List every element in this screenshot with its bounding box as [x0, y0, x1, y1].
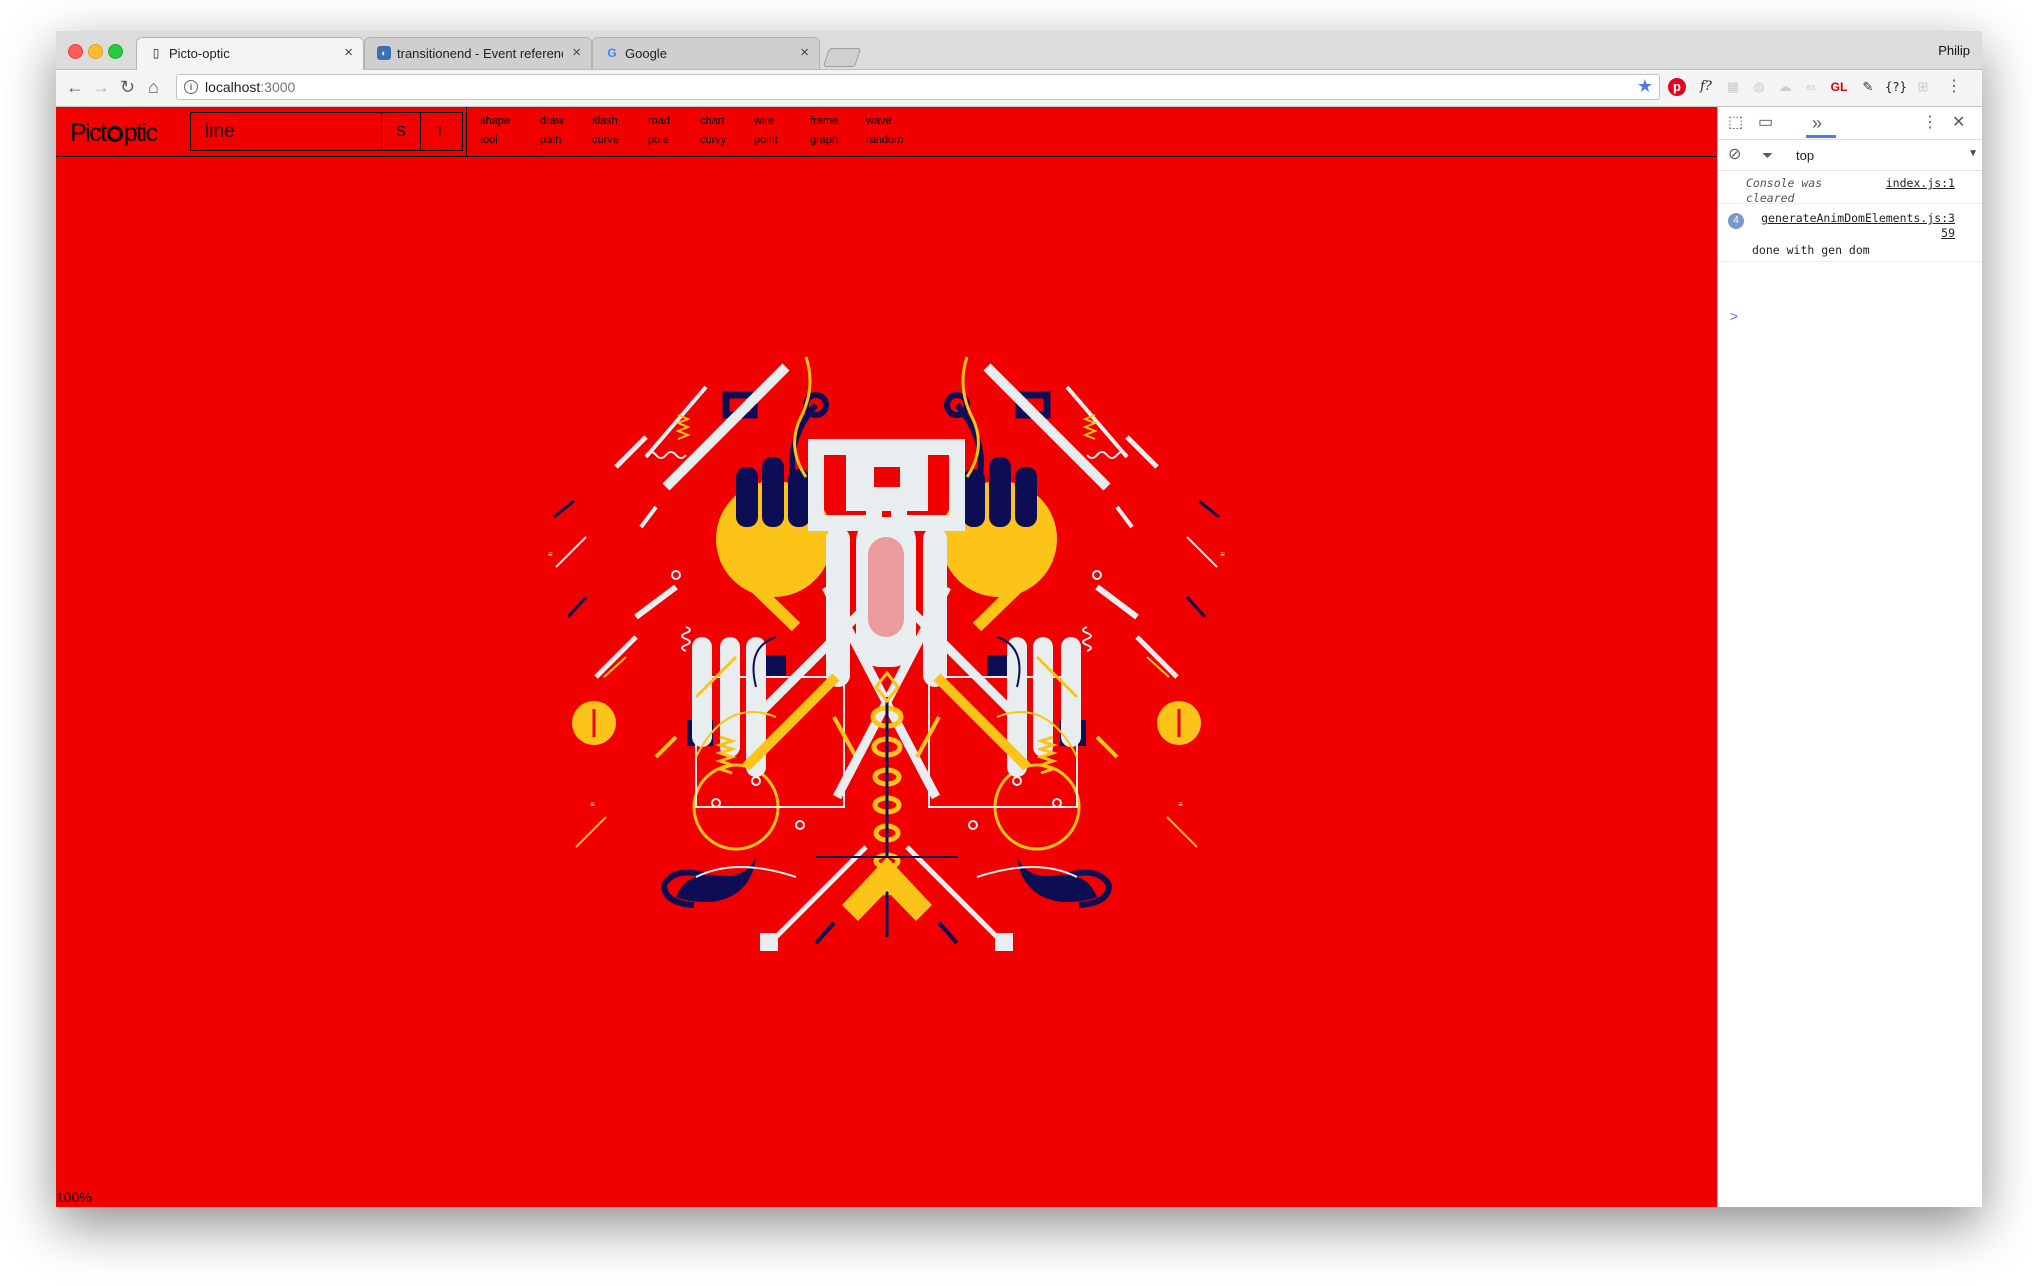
url-text: localhost:3000 — [205, 79, 296, 95]
browser-toolbar: ← → ↻ ⌂ i localhost:3000 ★ p f? ▦ ◍ ☁ ex… — [56, 70, 1982, 107]
active-tab-indicator — [1806, 135, 1836, 138]
tab-transitionend[interactable]: ◐ transitionend - Event reference × — [364, 37, 592, 69]
menu-item-road[interactable]: road — [648, 112, 708, 131]
app-logo[interactable]: Pict ptic — [70, 119, 158, 148]
console-source-link[interactable]: index.js:1 — [1886, 176, 1955, 191]
profile-name[interactable]: Philip — [1938, 43, 1970, 58]
menu-item-graph[interactable]: graph — [810, 131, 870, 150]
forward-arrow-icon[interactable]: → — [92, 76, 110, 98]
eyedropper-icon[interactable]: ✎ — [1858, 78, 1878, 96]
svg-text:≡: ≡ — [590, 800, 595, 809]
console-filter-bar: ⊘ ⏷ top ▼ — [1718, 140, 1982, 171]
menu-item-wave[interactable]: wave — [866, 112, 926, 131]
maximize-window-button[interactable] — [108, 44, 123, 59]
webgl-extension-icon[interactable]: GL — [1828, 78, 1850, 96]
close-window-button[interactable] — [68, 44, 83, 59]
menu-item-curve[interactable]: curve — [592, 131, 652, 150]
repeat-count-badge: 4 — [1728, 213, 1744, 229]
page-icon: ▯ — [152, 46, 160, 60]
tab-google[interactable]: G Google × — [592, 37, 820, 69]
menu-kebab-icon[interactable]: ⋮ — [1946, 78, 1962, 96]
center-spine — [816, 439, 958, 937]
menu-item-wire[interactable]: wire — [754, 112, 814, 131]
search-box: S ! — [190, 112, 463, 151]
menu-item-random[interactable]: random — [866, 131, 926, 150]
menu-item-tool[interactable]: tool — [480, 131, 540, 150]
art-canvas[interactable]: ≡ ≡ 100% — [56, 157, 1717, 1207]
menu-kebab-icon[interactable]: ⋮ — [1922, 114, 1938, 132]
extension-icon[interactable]: ▦ — [1724, 78, 1742, 96]
menu-item-pole[interactable]: pole — [648, 131, 708, 150]
s-button[interactable]: S — [381, 113, 420, 150]
close-icon[interactable]: × — [800, 44, 809, 61]
tab-strip: ▯ Picto-optic × ◐ transitionend - Event … — [56, 31, 1982, 70]
menu-item-shape[interactable]: shape — [480, 112, 540, 131]
menu-item-point[interactable]: point — [754, 131, 814, 150]
symmetric-artwork: ≡ ≡ — [548, 157, 1717, 1207]
bookmark-star-icon[interactable]: ★ — [1637, 76, 1653, 97]
search-input[interactable] — [191, 113, 381, 150]
menu-item-slash[interactable]: slash — [592, 112, 652, 131]
browser-window: ▯ Picto-optic × ◐ transitionend - Event … — [56, 31, 1982, 1207]
context-selector[interactable]: top — [1796, 148, 1814, 163]
minimize-window-button[interactable] — [88, 44, 103, 59]
close-icon[interactable]: × — [572, 44, 581, 61]
devtools-panel: ⬚ ▭ » ⋮ ✕ ⊘ ⏷ top ▼ Console was cleared … — [1717, 107, 1982, 1207]
home-icon[interactable]: ⌂ — [148, 76, 159, 98]
inspect-element-icon[interactable]: ⬚ — [1728, 114, 1743, 132]
tab-picto-optic[interactable]: ▯ Picto-optic × — [136, 37, 364, 70]
close-icon[interactable]: × — [344, 44, 353, 61]
tab-title: transitionend - Event reference — [397, 46, 563, 61]
extension-icon[interactable]: ex — [1802, 78, 1820, 96]
menu-item-curvy[interactable]: curvy — [700, 131, 760, 150]
menu-item-frame[interactable]: frame — [810, 112, 870, 131]
close-devtools-icon[interactable]: ✕ — [1952, 114, 1965, 132]
chevron-down-icon[interactable]: ▼ — [1968, 148, 1978, 159]
pinterest-icon[interactable]: p — [1668, 78, 1686, 96]
console-message-text: Console was cleared — [1746, 176, 1823, 205]
menu-item-chart[interactable]: chart — [700, 112, 760, 131]
filter-icon[interactable]: ⏷ — [1762, 146, 1773, 164]
info-icon[interactable]: i — [184, 80, 198, 94]
random-button[interactable]: ! — [420, 113, 459, 150]
reload-icon[interactable]: ↻ — [120, 76, 135, 98]
console-source-link[interactable]: generateAnimDomElements.js:359 — [1761, 211, 1955, 241]
extension-icon[interactable]: ◍ — [1750, 78, 1768, 96]
google-icon: G — [607, 46, 617, 60]
address-bar[interactable]: i localhost:3000 ★ — [176, 74, 1660, 100]
fx-extension-icon[interactable]: f? — [1696, 78, 1716, 96]
back-arrow-icon[interactable]: ← — [66, 76, 84, 98]
devtools-toolbar: ⬚ ▭ » ⋮ ✕ — [1718, 107, 1982, 140]
console-message-text: done with gen dom — [1752, 243, 1870, 257]
json-extension-icon[interactable]: {?} — [1884, 78, 1908, 96]
extension-icon[interactable]: ☁ — [1776, 78, 1794, 96]
mdn-icon: ◐ — [377, 46, 391, 60]
tab-title: Picto-optic — [169, 46, 230, 61]
menu-item-path[interactable]: path — [540, 131, 600, 150]
zoom-level: 100% — [56, 1189, 92, 1205]
app-header: Pictptic S ! shapetool drawpath slashcur… — [56, 107, 1717, 157]
more-tabs-icon[interactable]: » — [1812, 114, 1822, 132]
tab-title: Google — [625, 46, 667, 61]
console-message: Console was cleared index.js:1 — [1718, 173, 1982, 205]
device-toolbar-icon[interactable]: ▭ — [1758, 114, 1773, 132]
menu-item-draw[interactable]: draw — [540, 112, 600, 131]
new-tab-button[interactable] — [822, 48, 862, 67]
extension-icon[interactable]: ⊞ — [1914, 78, 1932, 96]
clear-console-icon[interactable]: ⊘ — [1728, 146, 1741, 164]
svg-text:≡: ≡ — [548, 550, 553, 559]
console-prompt[interactable]: > — [1730, 308, 1738, 324]
console-message: 4 generateAnimDomElements.js:359 done wi… — [1718, 211, 1982, 262]
header-divider — [466, 107, 467, 156]
